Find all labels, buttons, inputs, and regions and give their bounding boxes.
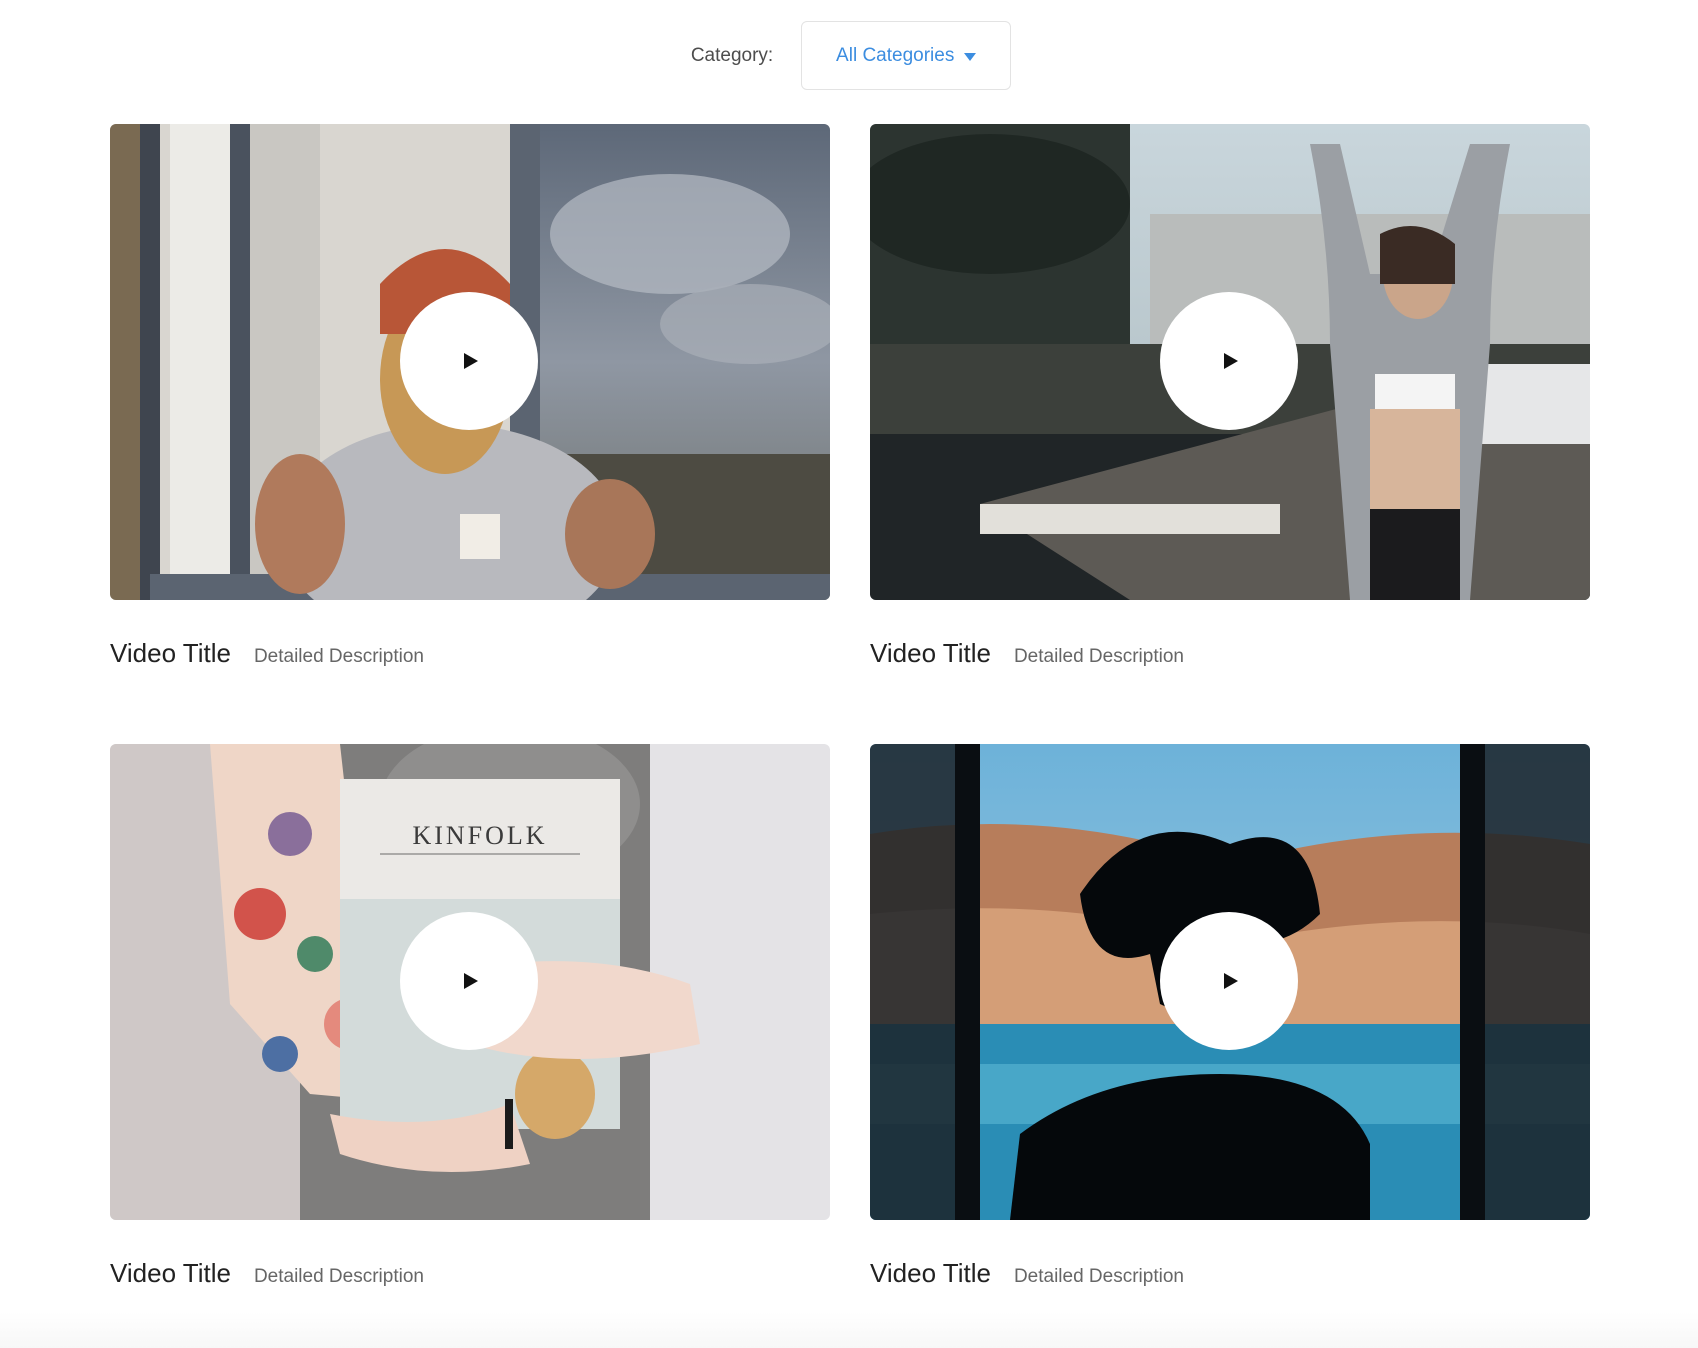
video-card: Video Title Detailed Description (870, 124, 1590, 669)
play-icon (1224, 353, 1238, 369)
play-button[interactable] (400, 292, 538, 430)
play-button[interactable] (1160, 912, 1298, 1050)
video-description: Detailed Description (253, 1266, 424, 1287)
video-thumbnail[interactable] (870, 744, 1590, 1220)
video-card: Video Title Detailed Description (110, 124, 830, 669)
video-title[interactable]: Video Title (870, 638, 991, 669)
category-filter: Category: All Categories (0, 20, 1698, 91)
video-thumbnail[interactable] (870, 124, 1590, 600)
video-title[interactable]: Video Title (110, 1258, 231, 1289)
video-description: Detailed Description (1013, 1266, 1184, 1287)
category-label: Category: (690, 44, 774, 66)
play-button[interactable] (400, 912, 538, 1050)
chevron-down-icon (964, 52, 977, 61)
video-title[interactable]: Video Title (870, 1258, 991, 1289)
category-dropdown[interactable]: All Categories (801, 21, 1012, 90)
play-icon (1224, 973, 1238, 989)
page-footer-fade (0, 1312, 1698, 1348)
video-thumbnail[interactable] (110, 124, 830, 600)
play-icon (464, 353, 478, 369)
video-description: Detailed Description (253, 646, 424, 667)
magazine-title: KINFOLK (412, 821, 547, 850)
video-title[interactable]: Video Title (110, 638, 231, 669)
video-caption: Video Title Detailed Description (110, 1258, 830, 1289)
play-icon (464, 973, 478, 989)
category-selected-value: All Categories (836, 44, 955, 66)
video-caption: Video Title Detailed Description (110, 638, 830, 669)
video-card: Video Title Detailed Description (870, 744, 1590, 1289)
video-description: Detailed Description (1013, 646, 1184, 667)
video-card: KINFOLK Video Title Detailed Description (110, 744, 830, 1289)
video-caption: Video Title Detailed Description (870, 638, 1590, 669)
video-thumbnail[interactable]: KINFOLK (110, 744, 830, 1220)
play-button[interactable] (1160, 292, 1298, 430)
video-caption: Video Title Detailed Description (870, 1258, 1590, 1289)
